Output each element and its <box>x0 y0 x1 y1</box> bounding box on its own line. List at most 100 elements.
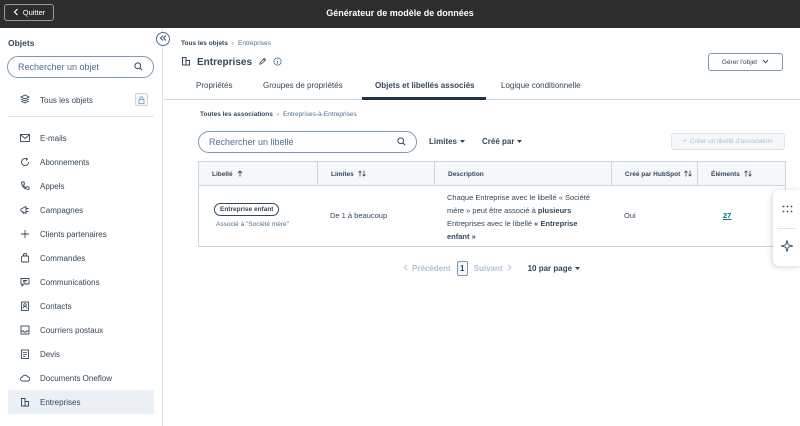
contact-icon <box>20 301 30 311</box>
app-title: Générateur de modèle de données <box>326 8 474 18</box>
column-header-elements[interactable]: Éléments <box>697 162 785 186</box>
chevron-right-icon <box>507 263 512 273</box>
description-cell: Chaque Entreprise avec le libellé « Soci… <box>447 186 607 246</box>
sidebar-item-postal-mail[interactable]: Courriers postaux <box>8 318 154 342</box>
envelope-icon <box>20 325 30 335</box>
object-search-input[interactable]: Rechercher un objet <box>7 56 154 78</box>
sidebar-item-label: Contacts <box>40 301 72 311</box>
object-search-placeholder: Rechercher un objet <box>18 62 100 72</box>
chevron-down-icon <box>762 59 769 66</box>
manage-object-label: Gérer l'objet <box>721 58 758 66</box>
tab-associated-objects[interactable]: Objets et libellés associés <box>375 81 475 90</box>
sort-icon <box>357 169 366 179</box>
collapse-sidebar-button[interactable] <box>156 32 170 46</box>
breadcrumb: Tous les objets › Entreprises <box>181 40 271 47</box>
caret-down-icon <box>517 137 523 146</box>
sidebar-item-label: Entreprises <box>40 397 81 407</box>
table-header: Libellé Limites Description Créé par Hub… <box>199 162 785 186</box>
sparkle-ai-icon[interactable] <box>780 239 794 253</box>
sidebar-title: Objets <box>8 38 35 48</box>
per-page-dropdown[interactable]: 10 par page <box>527 263 581 273</box>
caret-down-icon <box>575 264 581 273</box>
sidebar-item-communications[interactable]: Communications <box>8 270 154 294</box>
sidebar-item-orders[interactable]: Commandes <box>8 246 154 270</box>
floating-help-rail <box>773 190 800 266</box>
phone-icon <box>20 181 30 191</box>
grid-apps-icon[interactable] <box>780 202 794 216</box>
column-header-limits-text: Limites <box>331 170 354 178</box>
next-page-button[interactable]: Suivant <box>474 264 512 273</box>
top-bar: Quitter Générateur de modèle de données <box>0 0 800 28</box>
tab-property-groups[interactable]: Groupes de propriétés <box>263 81 343 90</box>
sidebar-item-label: E-mails <box>40 133 67 143</box>
association-breadcrumb-root-link[interactable]: Toutes les associations <box>200 111 273 118</box>
per-page-label: 10 par page <box>527 263 573 273</box>
sidebar-item-quotes[interactable]: Devis <box>8 342 154 366</box>
association-label-tag[interactable]: Entreprise enfant <box>214 203 280 216</box>
association-breadcrumb-current: Entreprises-à-Entreprises <box>283 111 357 118</box>
tab-properties[interactable]: Propriétés <box>196 81 232 90</box>
sort-icon <box>744 169 752 179</box>
bag-icon <box>20 253 30 263</box>
column-header-created-by-hubspot[interactable]: Créé par HubSpot <box>611 162 697 186</box>
chat-icon <box>20 277 30 287</box>
limits-value: De 1 à beaucoup <box>330 211 388 220</box>
sidebar-item-subscriptions[interactable]: Abonnements <box>8 150 154 174</box>
edit-pencil-icon[interactable] <box>258 57 267 69</box>
limits-filter-dropdown[interactable]: Limites <box>429 137 466 146</box>
sidebar-item-contacts[interactable]: Contacts <box>8 294 154 318</box>
sidebar-divider <box>8 116 154 117</box>
breadcrumb-separator: › <box>276 111 280 118</box>
info-icon[interactable] <box>273 56 282 69</box>
association-labels-table: Libellé Limites Description Créé par Hub… <box>198 161 786 247</box>
main-content: Tous les objets › Entreprises Entreprise… <box>164 28 800 426</box>
created-by-hubspot-value: Oui <box>624 211 636 220</box>
double-chevron-left-icon <box>159 34 167 44</box>
sidebar-item-all-objects[interactable]: Tous les objets <box>8 88 154 112</box>
breadcrumb-separator: › <box>231 40 235 47</box>
active-tab-indicator <box>362 97 486 100</box>
created-by-filter-dropdown[interactable]: Créé par <box>482 137 523 146</box>
created-by-filter-label: Créé par <box>482 137 515 146</box>
rail-divider <box>777 228 796 229</box>
breadcrumb-root-link[interactable]: Tous les objets <box>181 40 228 47</box>
column-header-description-text: Description <box>448 170 484 178</box>
column-header-limits[interactable]: Limites <box>317 162 434 186</box>
caret-down-icon <box>460 137 466 146</box>
sidebar-item-label: Abonnements <box>40 157 90 167</box>
column-header-elements-text: Éléments <box>711 170 740 178</box>
elements-count-link[interactable]: 27 <box>723 211 731 220</box>
next-page-label: Suivant <box>473 263 503 273</box>
cloud-icon <box>20 373 30 383</box>
description-emphasis: plusieurs <box>537 206 572 215</box>
sidebar: Objets Rechercher un objet Tous les obje… <box>0 28 163 426</box>
plus-icon <box>20 229 30 239</box>
association-label-subtext: Associé à "Société mère" <box>216 221 289 228</box>
page-title-row: Entreprises <box>181 56 282 69</box>
manage-object-button[interactable]: Gérer l'objet <box>708 53 783 71</box>
sidebar-item-companies[interactable]: Entreprises <box>8 390 154 414</box>
sidebar-item-label: Appels <box>40 181 65 191</box>
sidebar-item-partner-clients[interactable]: Clients partenaires <box>8 222 154 246</box>
sidebar-item-campaigns[interactable]: Campagnes <box>8 198 154 222</box>
previous-page-button[interactable]: Précédent <box>403 264 451 273</box>
created-by-hubspot-cell: Oui <box>624 186 694 246</box>
column-header-label-text: Libellé <box>212 170 233 178</box>
sidebar-item-emails[interactable]: E-mails <box>8 126 154 150</box>
create-association-label-button[interactable]: + Créer un libellé d'association <box>671 133 785 150</box>
tab-conditional-logic[interactable]: Logique conditionnelle <box>501 81 581 90</box>
label-search-input[interactable]: Rechercher un libellé <box>198 131 417 153</box>
current-page-number[interactable]: 1 <box>456 260 468 276</box>
previous-page-label: Précédent <box>412 263 451 273</box>
sidebar-item-calls[interactable]: Appels <box>8 174 154 198</box>
page-title: Entreprises <box>197 57 253 68</box>
description-part: Entreprises avec le libellé <box>447 219 535 228</box>
search-icon <box>397 136 406 148</box>
limits-filter-label: Limites <box>429 137 458 146</box>
sidebar-item-oneflow-documents[interactable]: Documents Oneflow <box>8 366 154 390</box>
table-row: Entreprise enfant Associé à "Société mèr… <box>199 186 785 246</box>
create-association-label-text: Créer un libellé d'association <box>689 138 773 145</box>
description-text: Chaque Entreprise avec le libellé « Soci… <box>447 191 597 243</box>
column-header-label[interactable]: Libellé <box>199 162 317 186</box>
building-icon <box>20 397 30 407</box>
